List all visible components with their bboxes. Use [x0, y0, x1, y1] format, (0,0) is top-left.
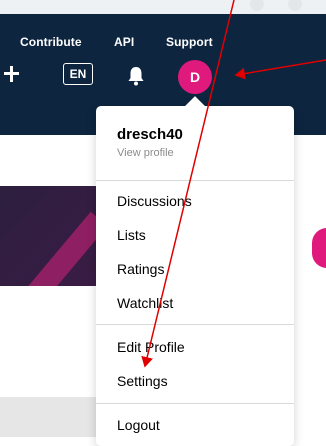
browser-tool-icon[interactable] [288, 0, 302, 11]
menu-divider [96, 324, 294, 325]
browser-tool-icon[interactable] [250, 0, 264, 11]
menu-item-lists[interactable]: Lists [117, 227, 146, 243]
plus-icon[interactable] [4, 66, 24, 86]
bell-icon[interactable] [126, 65, 146, 87]
menu-item-discussions[interactable]: Discussions [117, 193, 192, 209]
browser-toolbar-strip [0, 0, 326, 15]
hero-image-left [0, 186, 100, 286]
menu-divider [96, 180, 294, 181]
menu-item-edit-profile[interactable]: Edit Profile [117, 339, 185, 355]
menu-username[interactable]: dresch40 [117, 126, 183, 143]
menu-item-settings[interactable]: Settings [117, 373, 168, 389]
hero-image-right [312, 228, 326, 268]
menu-item-logout[interactable]: Logout [117, 417, 160, 433]
menu-item-ratings[interactable]: Ratings [117, 261, 164, 277]
nav-link-api[interactable]: API [114, 35, 134, 49]
nav-link-contribute[interactable]: Contribute [20, 35, 82, 49]
view-profile-link[interactable]: View profile [117, 147, 174, 159]
menu-item-watchlist[interactable]: Watchlist [117, 295, 173, 311]
background-card [0, 397, 96, 437]
nav-link-support[interactable]: Support [166, 35, 213, 49]
avatar[interactable]: D [178, 60, 212, 94]
menu-divider [96, 403, 294, 404]
profile-dropdown-menu: dresch40 View profile Discussions Lists … [96, 96, 294, 446]
language-selector[interactable]: EN [63, 63, 93, 85]
